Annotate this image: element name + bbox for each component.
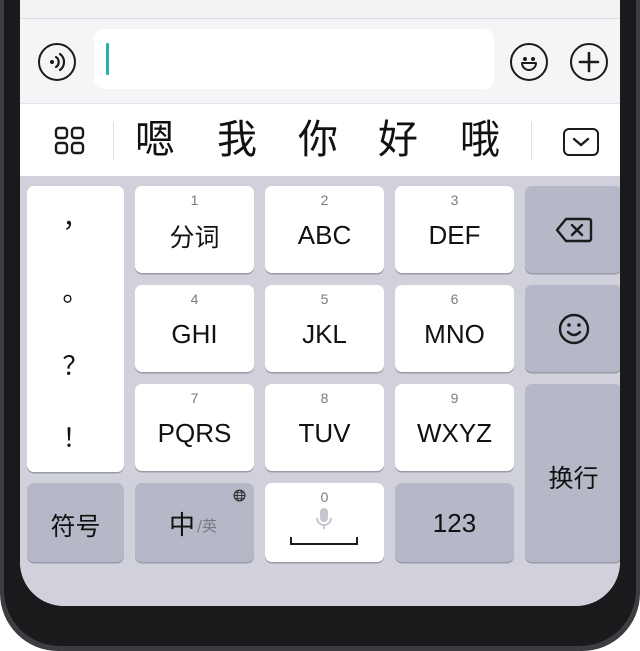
- smiley-icon: [558, 313, 590, 345]
- key-label: GHI: [171, 319, 218, 349]
- key-4[interactable]: 4 GHI: [135, 285, 254, 372]
- key-number: 1: [190, 192, 199, 208]
- key-number: 0: [320, 489, 329, 505]
- symbols-label: 符号: [50, 512, 101, 541]
- key-label: TUV: [298, 418, 351, 448]
- key-number: 6: [450, 291, 459, 307]
- space-key[interactable]: 0: [265, 483, 384, 562]
- key-1[interactable]: 1 分词: [135, 186, 254, 273]
- candidate-2[interactable]: 我: [217, 116, 257, 164]
- punct-period[interactable]: 。: [27, 272, 124, 309]
- key-label: WXYZ: [416, 418, 493, 448]
- key-number: 7: [190, 390, 199, 406]
- plus-icon: [578, 51, 600, 73]
- punct-exclaim[interactable]: ！: [27, 418, 124, 455]
- punct-comma[interactable]: ，: [27, 198, 124, 235]
- numbers-label: 123: [432, 508, 477, 538]
- chevron-down-icon: [572, 137, 590, 147]
- candidate-1[interactable]: 嗯: [135, 116, 175, 164]
- globe-icon: [233, 489, 246, 502]
- text-cursor: [106, 43, 109, 75]
- key-7[interactable]: 7 PQRS: [135, 384, 254, 471]
- key-number: 4: [190, 291, 199, 307]
- punct-question[interactable]: ？: [27, 346, 124, 383]
- key-9[interactable]: 9 WXYZ: [395, 384, 514, 471]
- emoji-key[interactable]: [525, 285, 620, 372]
- enter-key[interactable]: 换行: [525, 384, 620, 562]
- more-button[interactable]: [570, 43, 608, 81]
- symbols-key[interactable]: 符号: [27, 483, 124, 562]
- candidate-3[interactable]: 你: [298, 116, 338, 164]
- key-number: 8: [320, 390, 329, 406]
- key-number: 5: [320, 291, 329, 307]
- key-3[interactable]: 3 DEF: [395, 186, 514, 273]
- voice-button[interactable]: [38, 43, 76, 81]
- candidate-5[interactable]: 哦: [460, 116, 500, 164]
- punctuation-list[interactable]: ， 。 ？ ！: [27, 186, 124, 472]
- key-8[interactable]: 8 TUV: [265, 384, 384, 471]
- key-label: 分词: [169, 223, 220, 252]
- key-2[interactable]: 2 ABC: [265, 186, 384, 273]
- input-bar: [20, 19, 620, 103]
- phone-frame: 嗯 我 你 好 哦 ， 。 ？ ！ 1 分词 2 ABC 3 DEF 4 GHI…: [0, 0, 640, 651]
- candidate-bar: 嗯 我 你 好 哦: [20, 103, 620, 177]
- key-number: 3: [450, 192, 459, 208]
- key-label: DEF: [428, 220, 481, 250]
- keyboard-collapse-button[interactable]: [563, 128, 599, 156]
- candidate-divider: [113, 122, 114, 160]
- key-label: ABC: [297, 220, 352, 250]
- smiley-icon: [521, 57, 537, 71]
- message-input[interactable]: [94, 29, 494, 89]
- key-label: PQRS: [157, 418, 232, 448]
- candidate-4[interactable]: 好: [378, 116, 418, 164]
- screen: 嗯 我 你 好 哦 ， 。 ？ ！ 1 分词 2 ABC 3 DEF 4 GHI…: [20, 0, 620, 606]
- lang-main-label: 中: [169, 511, 196, 541]
- space-bar-glyph: [290, 537, 358, 545]
- voice-wave-icon: [50, 52, 66, 72]
- candidate-divider: [531, 122, 532, 160]
- key-5[interactable]: 5 JKL: [265, 285, 384, 372]
- grid-icon[interactable]: [54, 126, 86, 156]
- key-number: 9: [450, 390, 459, 406]
- message-area: [20, 0, 620, 19]
- key-label: JKL: [302, 319, 347, 349]
- key-label: MNO: [424, 319, 485, 349]
- backspace-key[interactable]: [525, 186, 620, 273]
- key-6[interactable]: 6 MNO: [395, 285, 514, 372]
- language-switch-key[interactable]: 中 /英: [135, 483, 254, 562]
- phone-bezel: 嗯 我 你 好 哦 ， 。 ？ ！ 1 分词 2 ABC 3 DEF 4 GHI…: [4, 0, 636, 646]
- lang-sub-label: /英: [197, 517, 218, 535]
- backspace-icon: [555, 217, 593, 243]
- microphone-icon: [316, 508, 332, 529]
- key-number: 2: [320, 192, 329, 208]
- t9-keyboard: ， 。 ？ ！ 1 分词 2 ABC 3 DEF 4 GHI 5 JKL 6 M…: [20, 176, 620, 606]
- numbers-key[interactable]: 123: [395, 483, 514, 562]
- enter-label: 换行: [548, 464, 599, 493]
- emoji-button[interactable]: [510, 43, 548, 81]
